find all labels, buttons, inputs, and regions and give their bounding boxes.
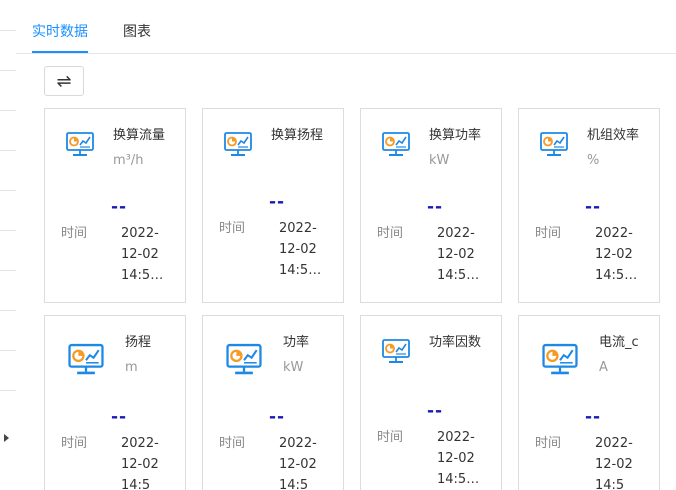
time-label: 时间 [535, 436, 562, 451]
time-label: 时间 [61, 226, 88, 241]
left-sidebar [0, 0, 16, 490]
metric-value: -- [427, 401, 444, 421]
metric-name: 功率 [283, 335, 310, 350]
time-value: 2022- 12-02 14:5… [279, 221, 322, 278]
monitor-chart-icon [65, 129, 95, 163]
sidebar-divider [0, 190, 16, 191]
metric-value: -- [269, 407, 286, 427]
monitor-chart-icon [225, 340, 263, 382]
metric-card[interactable]: 功率 kW -- 时间 2022- 12-02 14:5 [202, 315, 344, 490]
time-value: 2022- 12-02 14:5… [437, 226, 480, 283]
time-value: 2022- 12-02 14:5 [279, 436, 317, 490]
time-value: 2022- 12-02 14:5… [595, 226, 638, 283]
metric-name: 电流_c [599, 335, 639, 350]
metric-card[interactable]: 功率因数 -- 时间 2022- 12-02 14:5… [360, 315, 502, 490]
metric-card[interactable]: 电流_c A -- 时间 2022- 12-02 14:5 [518, 315, 660, 490]
metric-value: -- [585, 197, 602, 217]
time-label: 时间 [377, 430, 404, 445]
monitor-chart-icon [381, 129, 411, 163]
sidebar-divider [0, 390, 16, 391]
sidebar-divider [0, 230, 16, 231]
metric-card[interactable]: 换算功率 kW -- 时间 2022- 12-02 14:5… [360, 108, 502, 303]
swap-arrows-icon: ⇌ [56, 70, 72, 92]
metric-value: -- [585, 407, 602, 427]
metric-value: -- [111, 407, 128, 427]
metric-unit: A [599, 360, 608, 375]
metric-unit: % [587, 153, 600, 168]
metric-value: -- [111, 197, 128, 217]
sidebar-divider [0, 270, 16, 271]
time-label: 时间 [219, 436, 246, 451]
metric-value: -- [427, 197, 444, 217]
tab-bar: 实时数据 图表 [16, 0, 676, 54]
sidebar-divider [0, 350, 16, 351]
monitor-chart-icon [541, 340, 579, 382]
tab-realtime-data[interactable]: 实时数据 [32, 22, 88, 42]
sidebar-divider [0, 70, 16, 71]
time-label: 时间 [535, 226, 562, 241]
metric-name: 机组效率 [587, 128, 640, 143]
metric-value: -- [269, 192, 286, 212]
metric-unit: m³/h [113, 153, 144, 168]
time-value: 2022- 12-02 14:5… [437, 430, 480, 487]
sidebar-divider [0, 30, 16, 31]
metric-name: 换算功率 [429, 128, 482, 143]
metric-card[interactable]: 机组效率 % -- 时间 2022- 12-02 14:5… [518, 108, 660, 303]
caret-right-icon[interactable] [4, 434, 9, 442]
sidebar-divider [0, 110, 16, 111]
active-tab-indicator [32, 51, 88, 53]
metric-name: 换算流量 [113, 128, 166, 143]
sidebar-divider [0, 150, 16, 151]
monitor-chart-icon [539, 129, 569, 163]
metric-card[interactable]: 扬程 m -- 时间 2022- 12-02 14:5 [44, 315, 186, 490]
metric-card[interactable]: 换算流量 m³/h -- 时间 2022- 12-02 14:5… [44, 108, 186, 303]
tab-chart[interactable]: 图表 [123, 22, 151, 42]
metric-name: 扬程 [125, 335, 152, 350]
metric-name: 换算扬程 [271, 128, 324, 143]
swap-button[interactable]: ⇌ [44, 66, 84, 96]
monitor-chart-icon [223, 129, 253, 163]
time-value: 2022- 12-02 14:5… [121, 226, 164, 283]
time-label: 时间 [377, 226, 404, 241]
metric-name: 功率因数 [429, 335, 482, 350]
metric-card[interactable]: 换算扬程 -- 时间 2022- 12-02 14:5… [202, 108, 344, 303]
metric-unit: kW [429, 153, 450, 168]
time-value: 2022- 12-02 14:5 [121, 436, 159, 490]
sidebar-divider [0, 310, 16, 311]
metric-unit: kW [283, 360, 304, 375]
time-label: 时间 [219, 221, 246, 236]
monitor-chart-icon [67, 340, 105, 382]
metric-unit: m [125, 360, 138, 375]
time-label: 时间 [61, 436, 88, 451]
time-value: 2022- 12-02 14:5 [595, 436, 633, 490]
monitor-chart-icon [381, 336, 411, 370]
